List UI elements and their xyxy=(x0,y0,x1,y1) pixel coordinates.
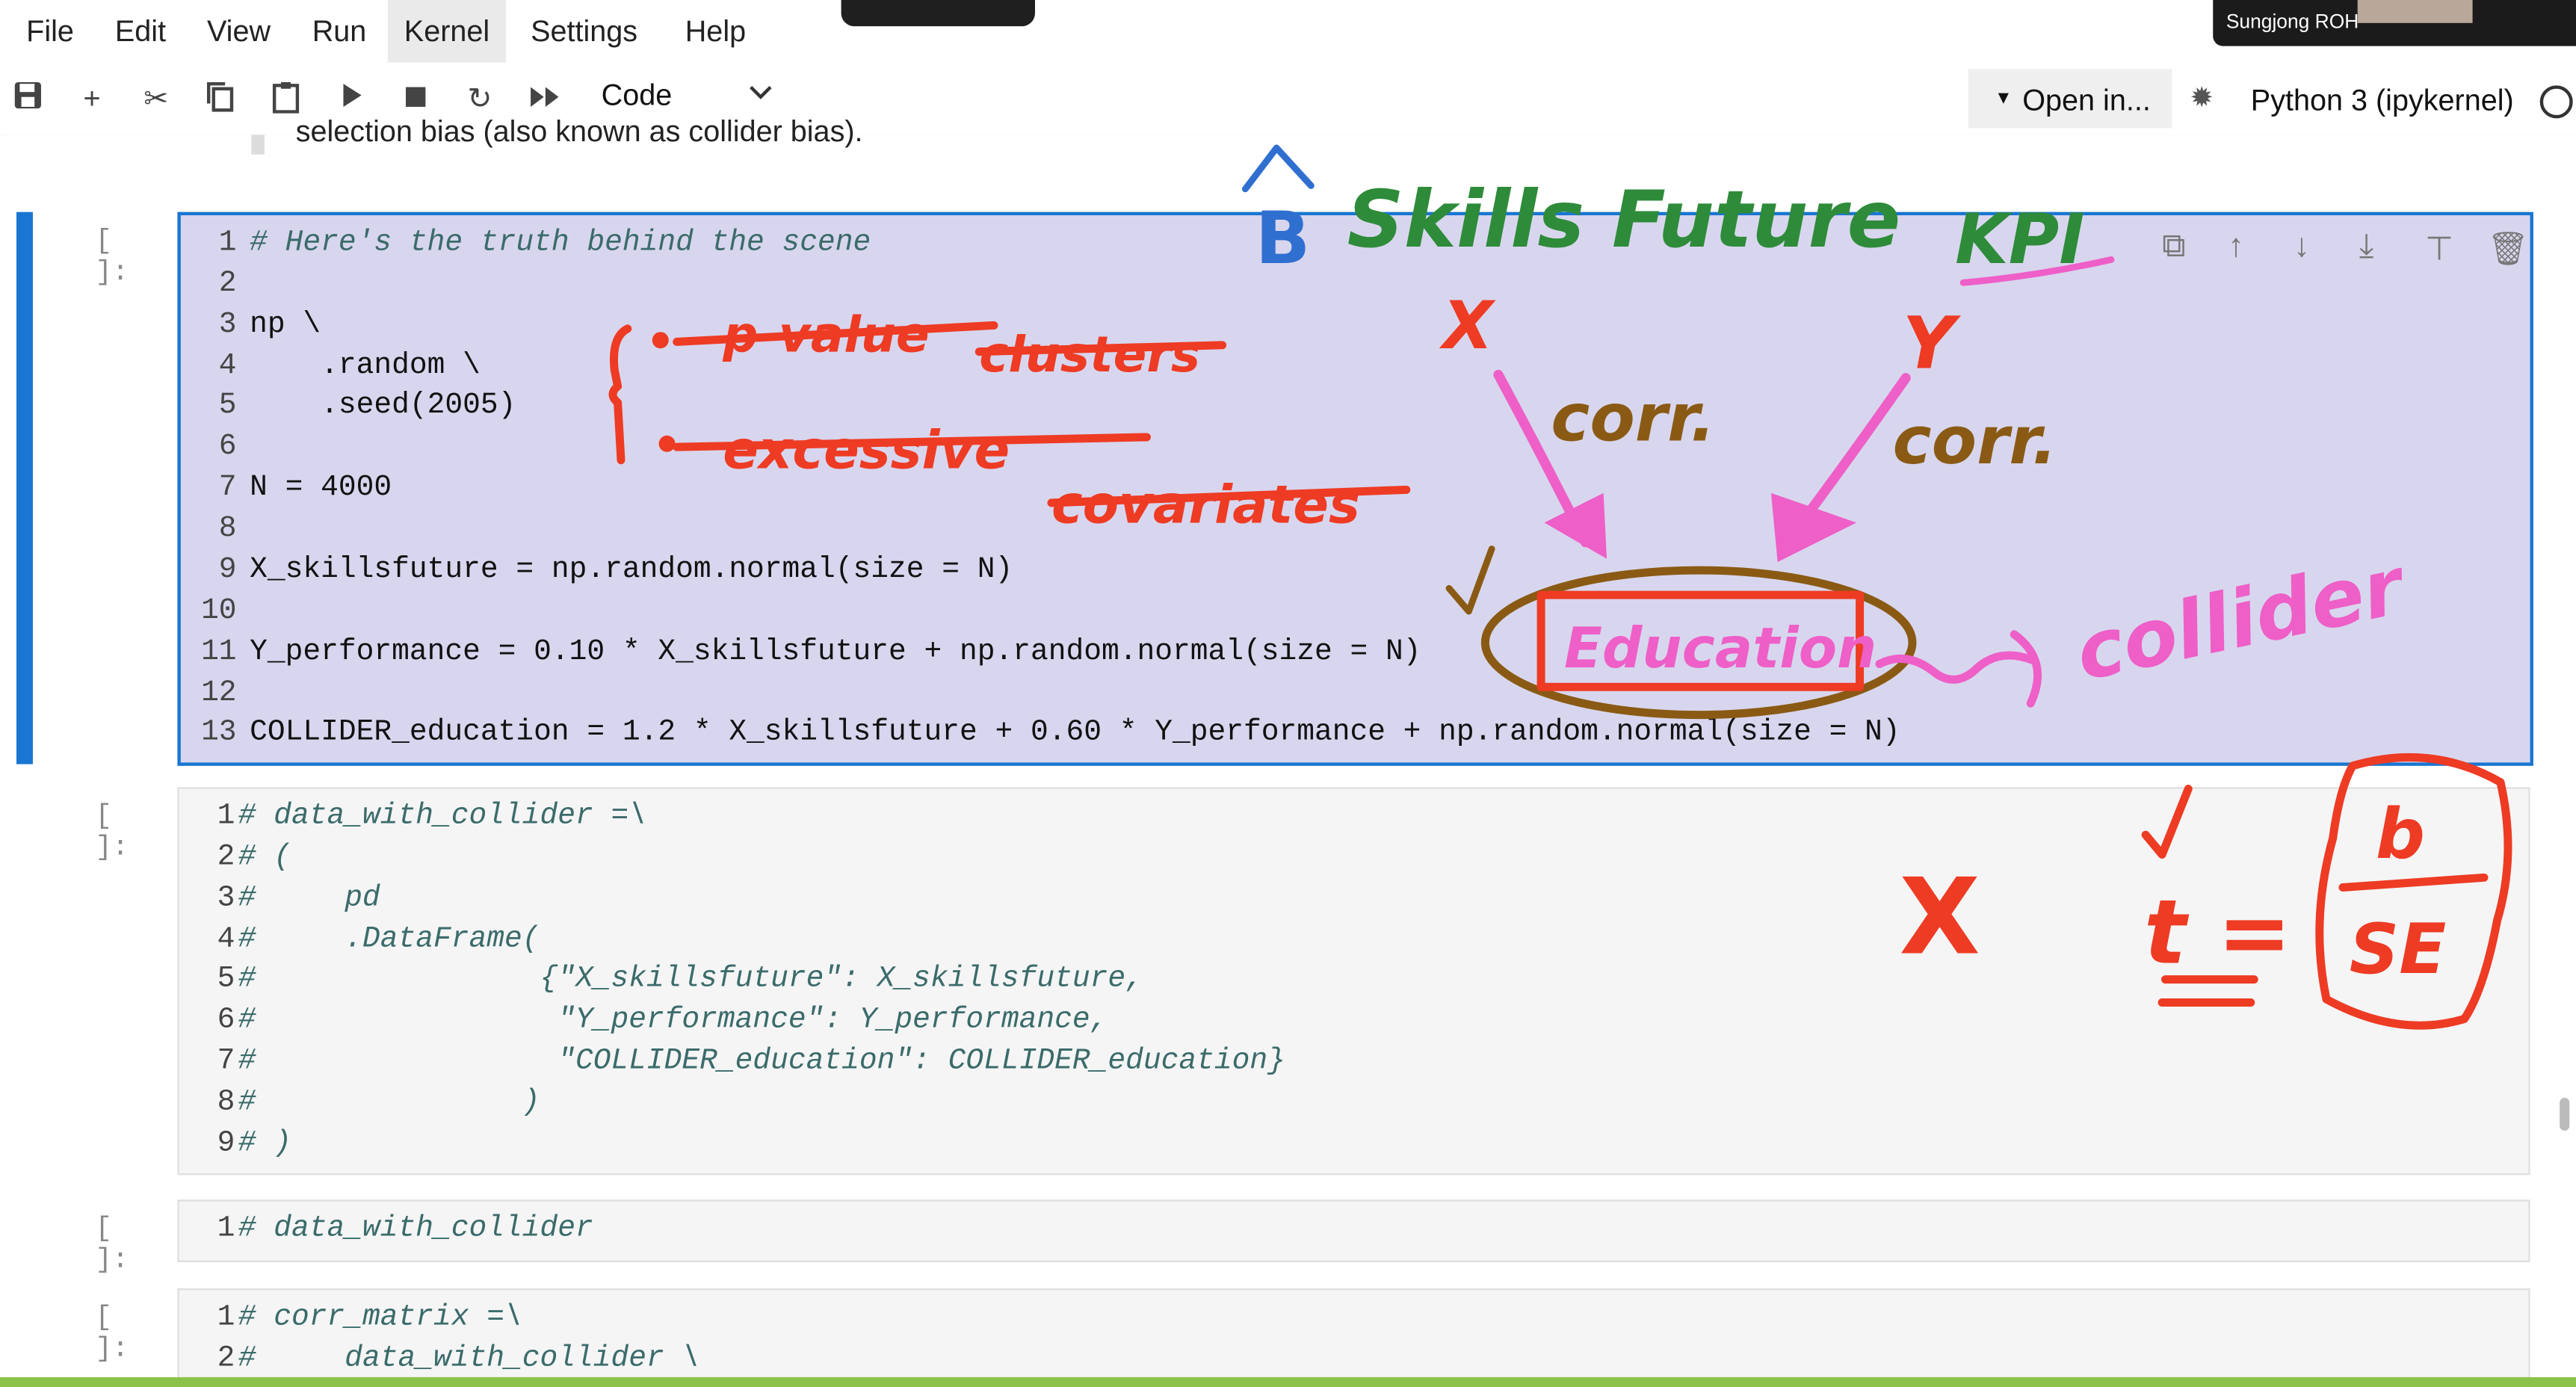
paste-icon[interactable] xyxy=(268,81,303,117)
code-line: # ) xyxy=(238,1127,292,1161)
screen-share-popup xyxy=(841,0,1035,27)
line-number: 2 xyxy=(217,1342,235,1376)
copy-icon[interactable] xyxy=(202,81,238,117)
menu-edit[interactable]: Edit xyxy=(111,0,169,63)
code-line: COLLIDER_education = 1.2 * X_skillsfutur… xyxy=(250,716,1900,750)
code-line: # data_with_collider xyxy=(238,1212,593,1246)
previous-markdown-text: selection bias (also known as collider b… xyxy=(295,114,863,148)
stop-icon[interactable] xyxy=(398,81,433,117)
code-line: # pd xyxy=(238,882,380,915)
kernel-status-icon xyxy=(2539,85,2573,119)
code-line: # ( xyxy=(238,841,292,874)
code-line: .random \ xyxy=(250,350,481,383)
code-line: # Here's the truth behind the scene xyxy=(250,226,871,260)
line-number: 7 xyxy=(217,1045,235,1078)
line-number: 5 xyxy=(218,389,237,423)
line-number: 13 xyxy=(201,716,237,750)
code-line: # data_with_collider =\ xyxy=(238,800,646,833)
code-line: N = 4000 xyxy=(250,472,392,505)
line-number: 1 xyxy=(217,800,235,833)
menu-kernel[interactable]: Kernel xyxy=(387,0,507,63)
kernel-name[interactable]: Python 3 (ipykernel) xyxy=(2251,84,2514,118)
caret-down-icon: ▼ xyxy=(1994,88,2013,109)
jupyter-lab-window: File Edit View Run Kernel Settings Help … xyxy=(0,0,2576,1387)
participant-video xyxy=(2357,0,2473,23)
line-number: 9 xyxy=(217,1127,235,1161)
menu-file[interactable]: File xyxy=(23,0,78,63)
code-line: # "Y_performance": Y_performance, xyxy=(238,1004,1108,1037)
line-number: 2 xyxy=(217,841,235,874)
menu-help[interactable]: Help xyxy=(682,0,749,63)
active-cell-indicator xyxy=(16,211,33,764)
line-number: 3 xyxy=(218,309,237,342)
code-line: # data_with_collider \ xyxy=(238,1342,700,1376)
menu-view[interactable]: View xyxy=(204,0,274,63)
line-number: 6 xyxy=(217,1004,235,1037)
line-number: 3 xyxy=(217,882,235,915)
line-number: 1 xyxy=(218,226,237,260)
video-thumbnail: Sungjong ROH xyxy=(2213,0,2576,46)
open-in-button[interactable]: ▼ Open in... xyxy=(1968,69,2172,129)
menu-run[interactable]: Run xyxy=(309,0,369,63)
cell-toolbar: ⧉ ↑ ↓ ⤓ ⊤ 🗑 xyxy=(2162,229,2529,270)
code-line: Y_performance = 0.10 * X_skillsfuture + … xyxy=(250,636,1421,670)
line-number: 4 xyxy=(218,350,237,383)
code-editor[interactable]: 1 2 3 4 5 6 7 8 9 # data_with_collider =… xyxy=(177,787,2530,1176)
code-line: .seed(2005) xyxy=(250,389,516,423)
run-icon[interactable] xyxy=(333,81,369,117)
bug-icon[interactable]: ✹ xyxy=(2190,82,2213,115)
line-number: 1 xyxy=(217,1301,235,1335)
restart-icon[interactable]: ↻ xyxy=(462,81,498,117)
scrollbar-thumb[interactable] xyxy=(2560,1097,2570,1131)
menu-settings[interactable]: Settings xyxy=(528,0,641,63)
cell-prompt: [ ]: xyxy=(95,1214,129,1277)
code-editor[interactable]: 1 2 3 4 5 6 7 8 9 10 11 12 13 # Here's t… xyxy=(177,211,2533,766)
line-number: 8 xyxy=(217,1086,235,1119)
line-number: 2 xyxy=(218,268,237,301)
cell-prompt: [ ]: xyxy=(95,226,129,290)
cut-icon[interactable]: ✂ xyxy=(138,81,174,117)
code-line: # .DataFrame( xyxy=(238,923,540,957)
code-line: # "COLLIDER_education": COLLIDER_educati… xyxy=(238,1045,1285,1078)
code-editor[interactable]: 1 # data_with_collider xyxy=(177,1199,2530,1262)
cell-prompt: [ ]: xyxy=(95,1303,129,1366)
code-line: np \ xyxy=(250,309,321,342)
line-number: 11 xyxy=(201,636,237,670)
code-editor[interactable]: 1 2 # corr_matrix =\ # data_with_collide… xyxy=(177,1288,2530,1387)
open-in-label: Open in... xyxy=(2022,84,2151,117)
insert-below-icon[interactable]: ⤓ xyxy=(2359,229,2373,267)
move-down-icon[interactable]: ↓ xyxy=(2294,229,2310,267)
line-number: 7 xyxy=(218,472,237,505)
insert-above-icon[interactable]: ⊤ xyxy=(2425,229,2453,270)
window-bottom-border xyxy=(0,1377,2576,1387)
markdown-quote-bar xyxy=(251,135,265,155)
code-line: X_skillsfuture = np.random.normal(size =… xyxy=(250,554,1013,587)
save-icon[interactable] xyxy=(10,81,46,117)
code-line: # {"X_skillsfuture": X_skillsfuture, xyxy=(238,963,1143,996)
cell-prompt: [ ]: xyxy=(95,802,129,865)
menu-bar: File Edit View Run Kernel Settings Help … xyxy=(0,0,2576,64)
participant-name: Sungjong ROH xyxy=(2226,10,2359,33)
chevron-down-icon[interactable] xyxy=(749,79,772,105)
code-line: # corr_matrix =\ xyxy=(238,1301,522,1335)
duplicate-cell-icon[interactable]: ⧉ xyxy=(2162,229,2185,267)
cell-type-select[interactable]: Code xyxy=(602,79,673,114)
fast-forward-icon[interactable] xyxy=(528,81,563,117)
delete-cell-icon[interactable]: 🗑 xyxy=(2487,229,2529,270)
line-number: 10 xyxy=(201,595,237,628)
move-up-icon[interactable]: ↑ xyxy=(2228,229,2244,267)
line-number: 9 xyxy=(218,554,237,587)
line-number: 5 xyxy=(217,963,235,996)
add-cell-icon[interactable]: + xyxy=(74,81,110,117)
line-number: 6 xyxy=(218,430,237,464)
line-number: 8 xyxy=(218,513,237,546)
line-number: 1 xyxy=(217,1212,235,1246)
line-number: 4 xyxy=(217,923,235,957)
line-number: 12 xyxy=(201,677,237,711)
code-line: # ) xyxy=(238,1086,540,1119)
